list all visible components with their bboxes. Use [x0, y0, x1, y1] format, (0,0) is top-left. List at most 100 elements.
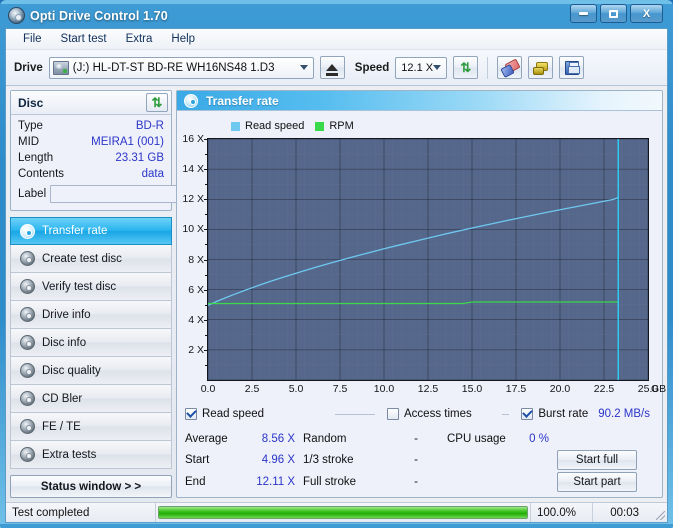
disc-icon	[20, 307, 35, 322]
chevron-down-icon	[299, 65, 308, 70]
disc-icon	[20, 335, 35, 350]
sidebar-item-disc-info[interactable]: Disc info	[10, 329, 172, 357]
sidebar-item-label: Disc info	[42, 336, 87, 349]
maximize-icon	[609, 9, 618, 18]
maximize-button[interactable]	[600, 4, 627, 23]
chart-y-tick-mark	[204, 289, 208, 291]
disc-row-key: Length	[18, 152, 54, 164]
disc-row-key: MID	[18, 136, 40, 148]
stat-key-average: Average	[185, 432, 228, 445]
sidebar-item-verify-test-disc[interactable]: Verify test disc	[10, 273, 172, 301]
disc-icon	[20, 223, 35, 239]
stat-key-random: Random	[303, 432, 347, 445]
sidebar-item-fe-te[interactable]: FE / TE	[10, 413, 172, 441]
chart-y-tick-mark-minor	[205, 244, 208, 246]
sidebar-item-drive-info[interactable]: Drive info	[10, 301, 172, 329]
disc-label-row: Label	[18, 183, 226, 205]
chart-x-unit: GB	[651, 383, 667, 395]
save-button[interactable]	[559, 56, 585, 79]
burst-rate-checkbox[interactable]	[521, 408, 534, 420]
eject-icon	[326, 64, 339, 76]
chart-y-tick-label: 4 X	[188, 313, 204, 326]
drive-label: Drive	[14, 61, 43, 74]
status-window-button[interactable]: Status window > >	[10, 475, 172, 498]
disc-row-value: data	[141, 168, 164, 180]
window-title: Opti Drive Control 1.70	[30, 8, 168, 23]
read-speed-checkbox[interactable]	[185, 408, 197, 420]
disc-icon	[184, 93, 198, 108]
stat-key-full-stroke: Full stroke	[303, 476, 357, 489]
sidebar-item-cd-bler[interactable]: CD Bler	[10, 385, 172, 413]
stat-value-cpu-usage: 0 %	[529, 432, 549, 445]
chart-y-tick-mark	[204, 229, 208, 231]
chart-y-tick-mark	[204, 199, 208, 201]
erase-icon	[502, 61, 517, 74]
chart-x-tick-label: 17.5	[505, 383, 527, 395]
disc-row-length: Length 23.31 GB	[18, 150, 164, 166]
stat-value-end: 12.11 X	[256, 476, 295, 489]
stat-key-end: End	[185, 476, 206, 489]
refresh-icon: ⇅	[151, 95, 163, 110]
window-controls: X	[570, 4, 663, 23]
toolbar: Drive (J:) HL-DT-ST BD-RE WH16NS48 1.D3 …	[6, 50, 667, 86]
toolbar-divider	[487, 56, 489, 79]
menu-start-test[interactable]: Start test	[52, 30, 116, 48]
menu-file[interactable]: File	[14, 30, 51, 48]
firmware-button[interactable]	[528, 56, 554, 79]
resize-grip[interactable]	[653, 503, 667, 522]
chart-y-tick-label: 16 X	[182, 133, 204, 145]
elapsed-time: 00:03	[610, 506, 639, 519]
chart-y-tick-label: 12 X	[182, 193, 204, 206]
stats-grid: Average 8.56 X Random - CPU usage 0 % St…	[177, 425, 662, 497]
app-icon	[8, 7, 25, 24]
title-bar: Opti Drive Control 1.70 X	[4, 3, 669, 28]
status-bar: Test completed 100.0% 00:03	[6, 502, 667, 522]
disc-icon	[20, 279, 35, 294]
menu-help[interactable]: Help	[162, 30, 204, 48]
speed-select[interactable]: 12.1 X	[395, 56, 448, 79]
chart-y-tick-mark-minor	[205, 214, 208, 216]
sidebar-item-disc-quality[interactable]: Disc quality	[10, 357, 172, 385]
option-burst-rate[interactable]: Burst rate	[521, 408, 588, 420]
erase-button[interactable]	[497, 56, 523, 79]
disc-refresh-button[interactable]: ⇅	[146, 93, 168, 112]
main-panel-header: Transfer rate	[177, 91, 662, 111]
disc-label-key: Label	[18, 188, 47, 200]
save-icon	[564, 60, 580, 75]
option-read-speed[interactable]: Read speed	[185, 408, 335, 420]
chart-series	[208, 139, 648, 380]
speed-select-value: 12.1 X	[401, 61, 434, 74]
chart-x-tick-label: 10.0	[373, 383, 395, 395]
chart-plot-area: 2 X 4 X 6 X 8 X 10 X 12 X 14 X 16 X 0.0 2.5 5.0 7.5…	[182, 133, 666, 395]
option-access-times[interactable]: Access times	[387, 408, 502, 420]
progress-bar	[158, 506, 528, 519]
minimize-button[interactable]	[570, 4, 597, 23]
chart-y-tick-mark	[204, 259, 208, 261]
disc-panel: Disc ⇅ Type BD-R MID MEIRA1 (001) Length…	[10, 90, 226, 211]
sidebar-item-label: Create test disc	[42, 252, 122, 265]
sidebar-item-create-test-disc[interactable]: Create test disc	[10, 245, 172, 273]
disc-row-contents: Contents data	[18, 166, 164, 182]
start-part-button[interactable]: Start part	[557, 472, 637, 493]
chart-y-tick-mark	[204, 139, 208, 140]
stat-value-full-stroke: -	[414, 476, 418, 489]
burst-rate-label: Burst rate	[538, 408, 589, 420]
chart-y-tick-mark-minor	[205, 154, 208, 156]
start-full-button[interactable]: Start full	[557, 450, 637, 471]
drive-select[interactable]: (J:) HL-DT-ST BD-RE WH16NS48 1.D3	[48, 56, 314, 79]
menu-extra[interactable]: Extra	[117, 30, 162, 48]
access-times-checkbox[interactable]	[387, 408, 399, 420]
sidebar-item-extra-tests[interactable]: Extra tests	[10, 441, 172, 469]
eject-button[interactable]	[319, 56, 345, 79]
chart-y-tick-mark-minor	[205, 334, 208, 336]
refresh-button[interactable]: ⇅	[453, 56, 479, 79]
disc-row-value: MEIRA1 (001)	[91, 136, 164, 148]
legend-label-read-speed: Read speed	[245, 120, 305, 132]
sidebar-item-transfer-rate[interactable]: Transfer rate	[10, 217, 172, 245]
stat-value-random: -	[414, 432, 418, 445]
drive-select-value: (J:) HL-DT-ST BD-RE WH16NS48 1.D3	[72, 61, 275, 74]
chart-y-tick-mark-minor	[205, 274, 208, 276]
plug-icon	[533, 61, 549, 75]
option-divider	[502, 413, 510, 415]
close-button[interactable]: X	[630, 4, 663, 23]
